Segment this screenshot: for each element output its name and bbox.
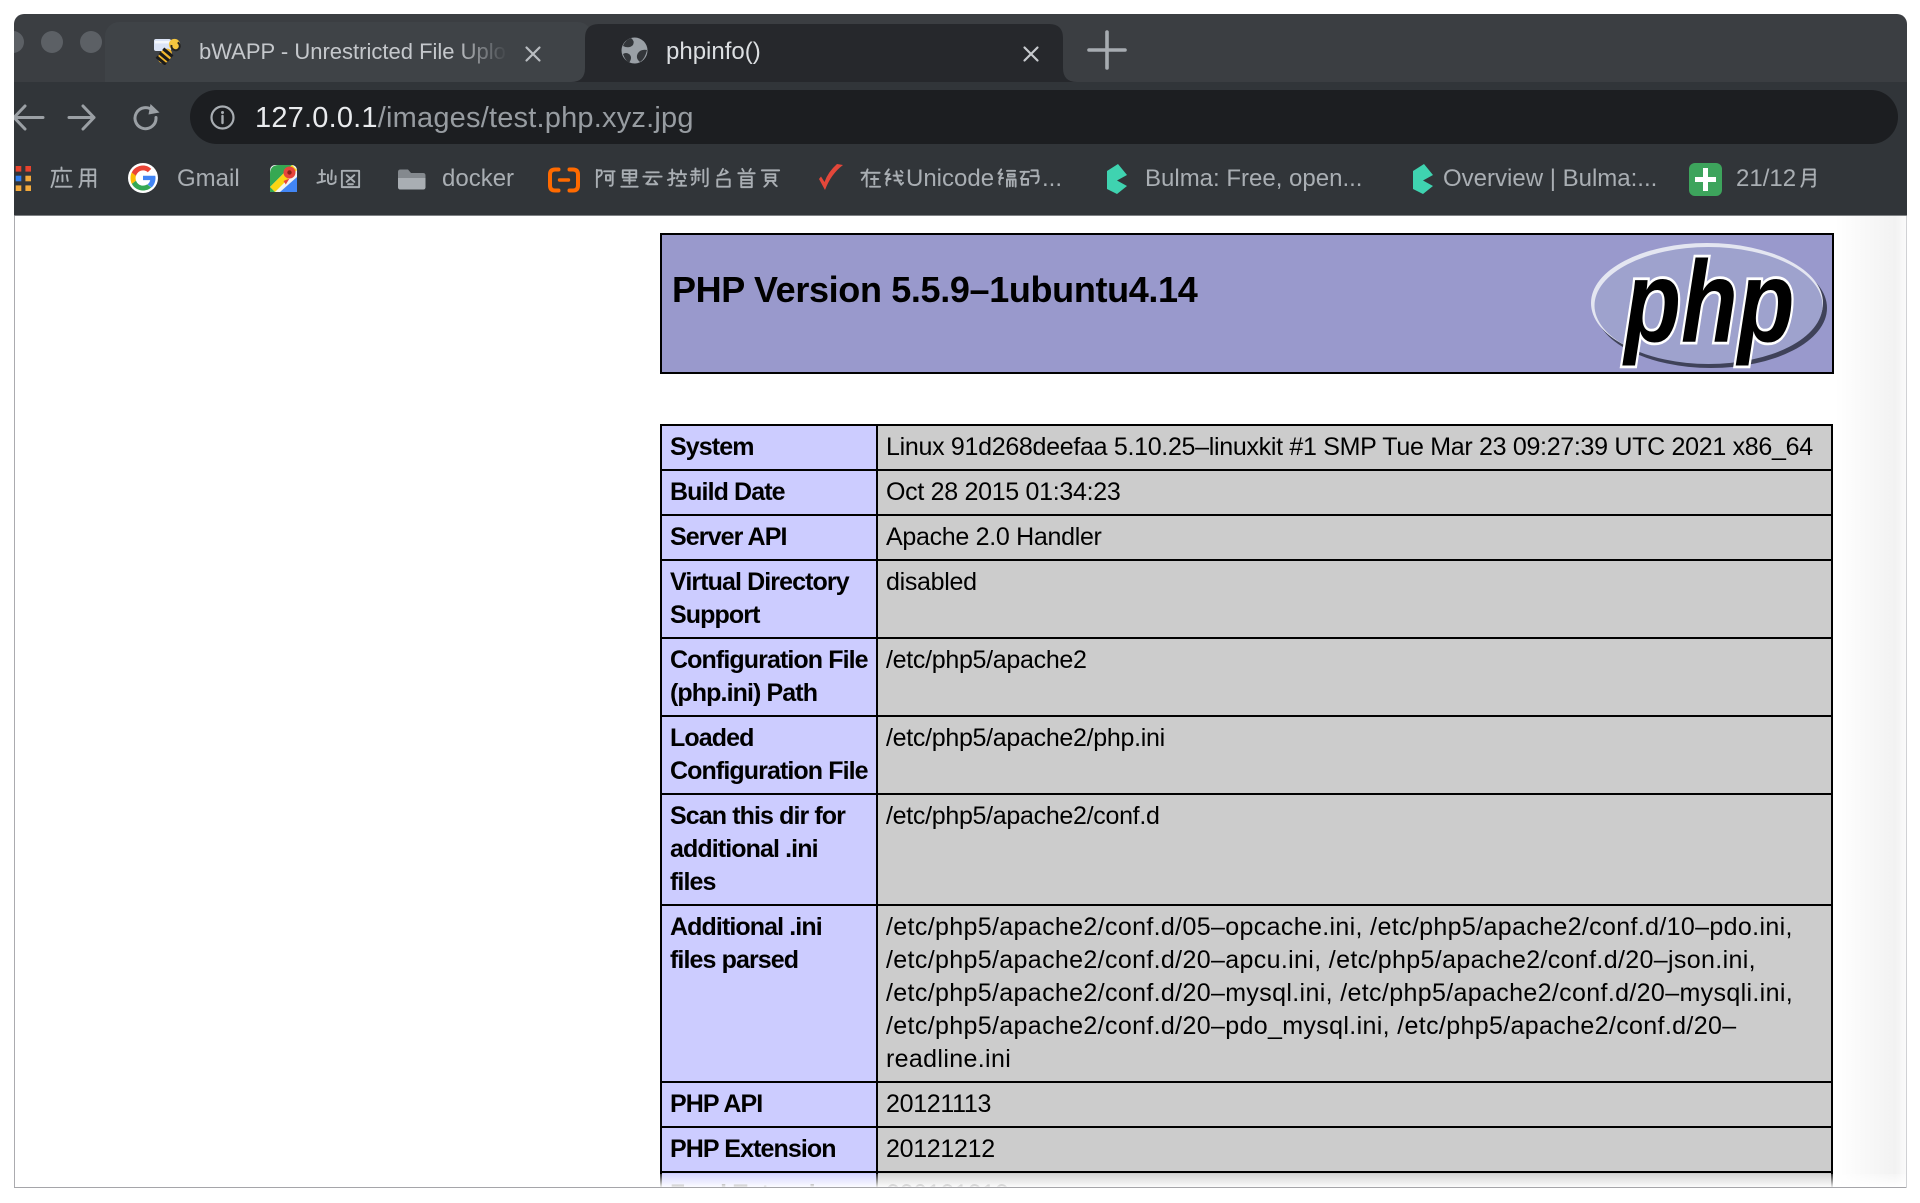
svg-text:php: php xyxy=(1622,238,1795,367)
